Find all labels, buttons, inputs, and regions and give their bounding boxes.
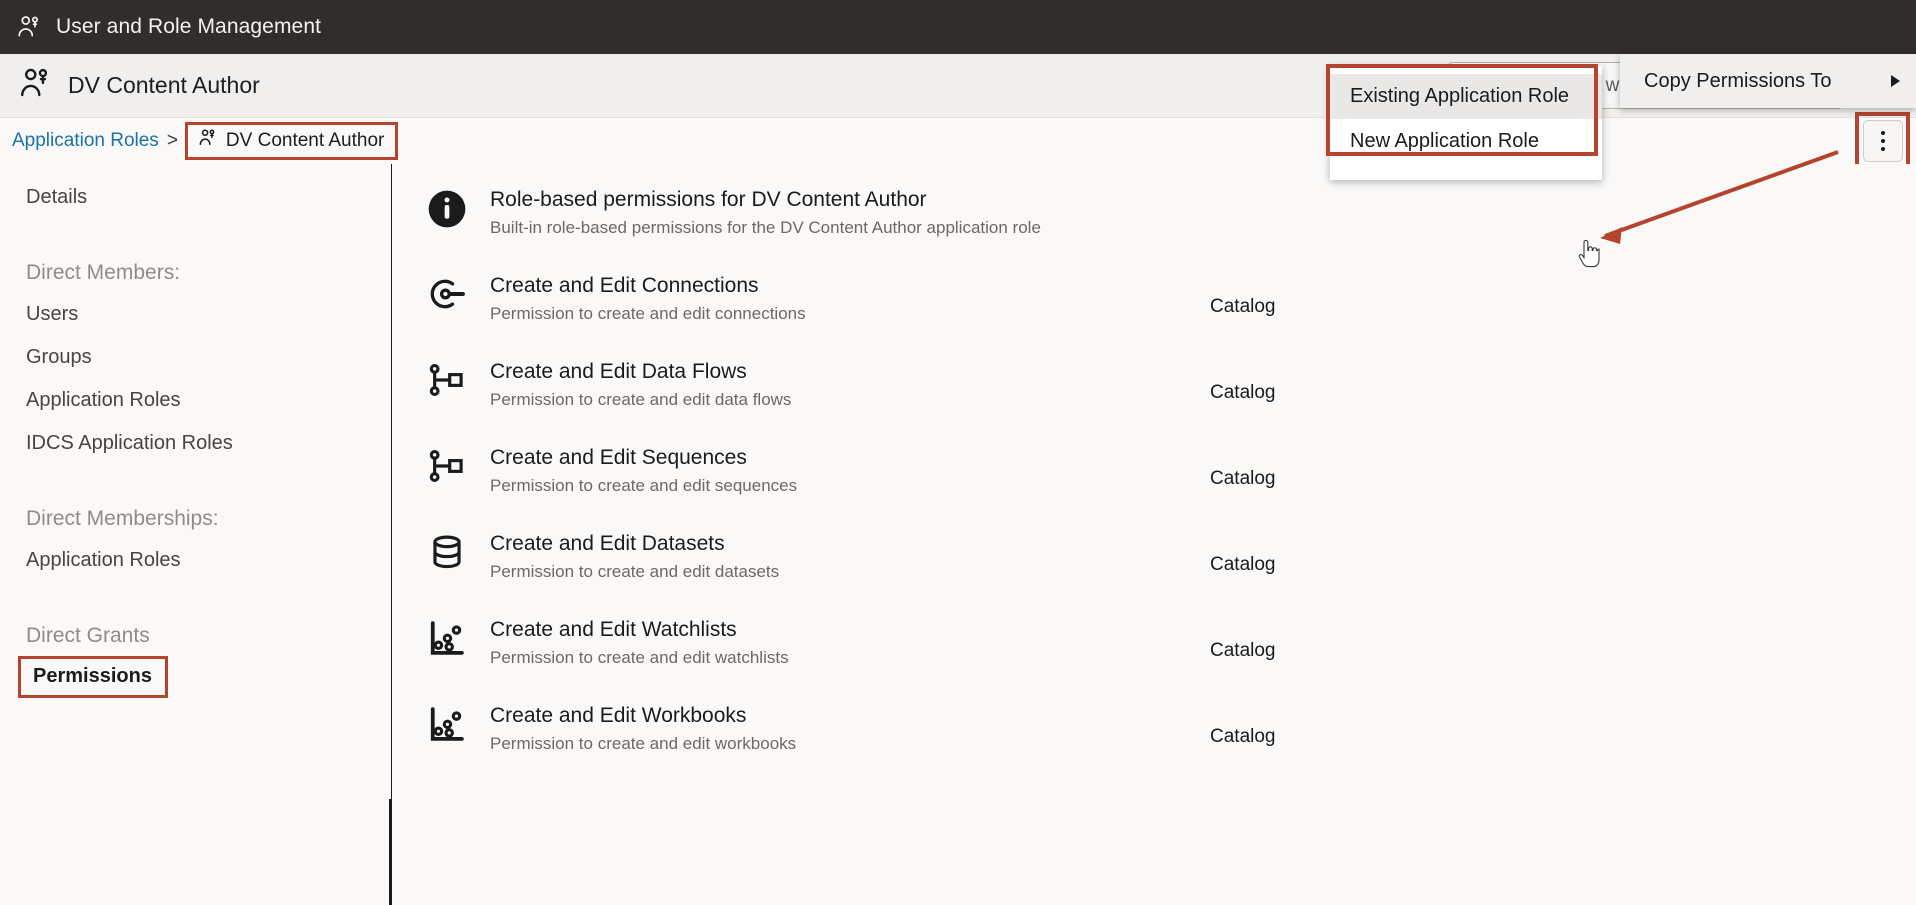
- sidebar-group-direct-grants: Direct Grants: [0, 614, 392, 656]
- permission-description: Permission to create and edit workbooks: [490, 731, 1150, 757]
- permission-text: Create and Edit Watchlists Permission to…: [490, 616, 1150, 671]
- permission-text: Create and Edit Datasets Permission to c…: [490, 530, 1150, 585]
- submenu-item-label: New Application Role: [1350, 130, 1539, 153]
- content-area: Details Direct Members: Users Groups App…: [0, 164, 1916, 905]
- kebab-dot: [1881, 139, 1885, 143]
- permission-text: Create and Edit Workbooks Permission to …: [490, 702, 1150, 757]
- table-row[interactable]: Create and Edit Connections Permission t…: [392, 272, 1916, 358]
- breadcrumb-current: DV Content Author: [185, 122, 398, 160]
- context-menu: Copy Permissions To: [1620, 54, 1916, 108]
- kebab-dot: [1881, 147, 1885, 151]
- menu-item-label: Copy Permissions To: [1644, 70, 1831, 93]
- sidebar-item-details[interactable]: Details: [0, 176, 392, 219]
- permission-scope: Catalog: [1210, 530, 1350, 576]
- app-title-bar: User and Role Management: [0, 0, 1916, 54]
- permission-text: Create and Edit Data Flows Permission to…: [490, 358, 1150, 413]
- sidebar-item-permissions[interactable]: Permissions: [18, 656, 168, 698]
- sidebar-gap: [0, 582, 392, 614]
- chevron-right-icon: [1891, 75, 1900, 87]
- permission-title: Create and Edit Data Flows: [490, 358, 1150, 385]
- permission-description: Permission to create and edit sequences: [490, 473, 1150, 499]
- app-title: User and Role Management: [56, 15, 321, 39]
- permission-title: Create and Edit Sequences: [490, 444, 1150, 471]
- breadcrumb: Application Roles > DV Content Author: [0, 118, 1916, 164]
- page-title: DV Content Author: [68, 72, 260, 99]
- permission-scope: Catalog: [1210, 272, 1350, 318]
- sidebar-gap: [0, 465, 392, 497]
- menu-item-copy-permissions-to[interactable]: Copy Permissions To: [1620, 54, 1916, 108]
- connection-icon: [424, 272, 470, 313]
- table-row[interactable]: Create and Edit Datasets Permission to c…: [392, 530, 1916, 616]
- permission-title: Create and Edit Datasets: [490, 530, 1150, 557]
- info-icon: [424, 186, 470, 229]
- info-text: Role-based permissions for DV Content Au…: [490, 186, 1150, 241]
- sidebar-item-users[interactable]: Users: [0, 293, 392, 336]
- permission-scope: Catalog: [1210, 616, 1350, 662]
- permission-text: Create and Edit Connections Permission t…: [490, 272, 1150, 327]
- sequence-icon: [424, 444, 470, 485]
- permission-text: Create and Edit Sequences Permission to …: [490, 444, 1150, 499]
- info-scope: [1210, 186, 1350, 210]
- user-role-icon: [18, 66, 52, 105]
- table-row[interactable]: Create and Edit Data Flows Permission to…: [392, 358, 1916, 444]
- info-banner: Role-based permissions for DV Content Au…: [392, 186, 1916, 272]
- sidebar-item-application-roles[interactable]: Application Roles: [0, 379, 392, 422]
- submenu-item-existing-application-role[interactable]: Existing Application Role: [1330, 74, 1602, 119]
- permission-description: Permission to create and edit watchlists: [490, 645, 1150, 671]
- table-row[interactable]: Create and Edit Workbooks Permission to …: [392, 702, 1916, 788]
- info-title: Role-based permissions for DV Content Au…: [490, 186, 1150, 213]
- submenu-item-new-application-role[interactable]: New Application Role: [1330, 119, 1602, 164]
- breadcrumb-separator: >: [167, 130, 178, 152]
- submenu-item-label: Existing Application Role: [1350, 85, 1569, 108]
- sidebar-item-groups[interactable]: Groups: [0, 336, 392, 379]
- workbook-icon: [424, 702, 470, 743]
- permission-description: Permission to create and edit data flows: [490, 387, 1150, 413]
- kebab-dot: [1881, 131, 1885, 135]
- user-role-icon: [198, 128, 217, 153]
- dataset-icon: [424, 530, 470, 571]
- more-options-icon[interactable]: [1863, 120, 1903, 162]
- data-flow-icon: [424, 358, 470, 399]
- permission-title: Create and Edit Workbooks: [490, 702, 1150, 729]
- sidebar-group-direct-members: Direct Members:: [0, 251, 392, 293]
- sidebar-item-memberships-application-roles[interactable]: Application Roles: [0, 539, 392, 582]
- sidebar: Details Direct Members: Users Groups App…: [0, 164, 392, 905]
- permission-description: Permission to create and edit datasets: [490, 559, 1150, 585]
- permission-scope: Catalog: [1210, 358, 1350, 404]
- sidebar-gap: [0, 219, 392, 251]
- breadcrumb-current-label: DV Content Author: [226, 130, 384, 152]
- permission-scope: Catalog: [1210, 444, 1350, 490]
- user-role-icon: [16, 14, 42, 40]
- permission-title: Create and Edit Connections: [490, 272, 1150, 299]
- table-row[interactable]: Create and Edit Watchlists Permission to…: [392, 616, 1916, 702]
- permission-scope: Catalog: [1210, 702, 1350, 748]
- sidebar-item-idcs-application-roles[interactable]: IDCS Application Roles: [0, 422, 392, 465]
- table-row[interactable]: Create and Edit Sequences Permission to …: [392, 444, 1916, 530]
- context-submenu: Existing Application Role New Applicatio…: [1330, 66, 1602, 180]
- watchlist-icon: [424, 616, 470, 657]
- permission-description: Permission to create and edit connection…: [490, 301, 1150, 327]
- permission-title: Create and Edit Watchlists: [490, 616, 1150, 643]
- info-description: Built-in role-based permissions for the …: [490, 215, 1150, 241]
- permissions-list: Role-based permissions for DV Content Au…: [392, 164, 1916, 905]
- breadcrumb-link-application-roles[interactable]: Application Roles: [12, 130, 159, 152]
- sidebar-group-direct-memberships: Direct Memberships:: [0, 497, 392, 539]
